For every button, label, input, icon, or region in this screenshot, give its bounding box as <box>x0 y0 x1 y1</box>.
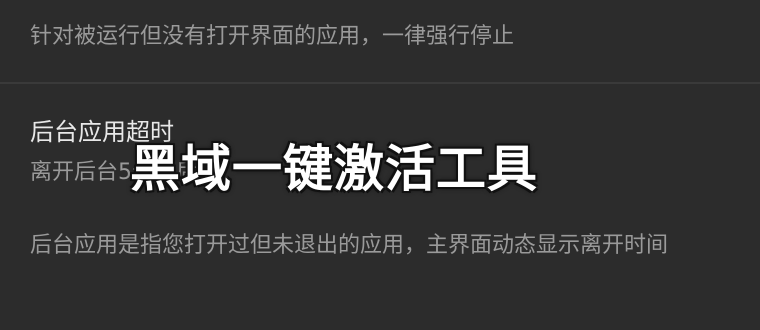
force-stop-setting-row[interactable]: 针对被运行但没有打开界面的应用，一律强行停止 <box>0 0 760 84</box>
watermark-title: 黑域一键激活工具 <box>130 140 538 198</box>
force-stop-description: 针对被运行但没有打开界面的应用，一律强行停止 <box>30 24 515 49</box>
settings-screen: 针对被运行但没有打开界面的应用，一律强行停止 后台应用超时 离开后台5分钟后 后… <box>0 0 760 330</box>
background-timeout-description: 后台应用是指您打开过但未退出的应用，主界面动态显示离开时间 <box>30 233 669 258</box>
